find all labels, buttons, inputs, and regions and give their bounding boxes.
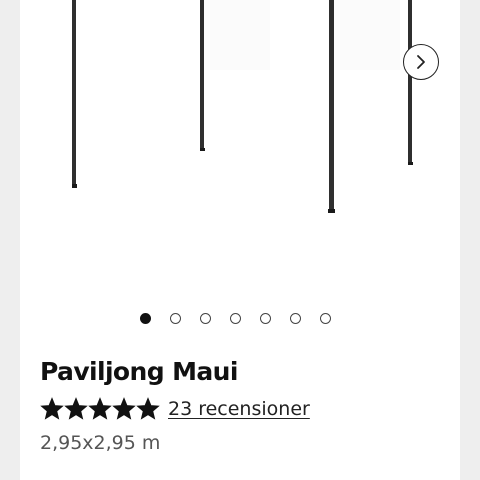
- rating-row: 23 recensioner: [40, 395, 310, 423]
- product-card: Paviljong Maui 23 recensioner 2,95x2,95 …: [20, 0, 460, 480]
- image-shade: [210, 0, 270, 70]
- carousel-dot-6[interactable]: [289, 313, 301, 324]
- pole-foot: [408, 162, 413, 165]
- pavilion-pole: [408, 0, 412, 164]
- carousel-dot-7[interactable]: [319, 313, 331, 324]
- star-icon: [88, 397, 112, 420]
- product-title: Paviljong Maui: [40, 357, 238, 386]
- pole-foot: [200, 148, 205, 151]
- carousel-dot-3[interactable]: [199, 313, 211, 324]
- carousel-dots: [20, 313, 455, 327]
- star-rating: [40, 397, 160, 421]
- star-icon: [112, 397, 136, 420]
- star-icon: [136, 397, 160, 420]
- image-gallery[interactable]: [20, 0, 460, 340]
- product-image[interactable]: [20, 0, 460, 300]
- star-icon: [40, 397, 64, 420]
- carousel-dot-1[interactable]: [139, 313, 151, 324]
- next-image-button[interactable]: [403, 44, 439, 80]
- reviews-link[interactable]: 23 recensioner: [168, 398, 310, 420]
- carousel-dot-5[interactable]: [259, 313, 271, 324]
- pavilion-pole: [200, 0, 204, 150]
- pavilion-pole: [329, 0, 334, 212]
- image-shade: [340, 0, 400, 70]
- pole-foot: [328, 209, 335, 213]
- pavilion-pole: [72, 0, 76, 186]
- carousel-dot-4[interactable]: [229, 313, 241, 324]
- pole-foot: [72, 184, 77, 188]
- carousel-dot-2[interactable]: [169, 313, 181, 324]
- product-size: 2,95x2,95 m: [40, 432, 161, 454]
- chevron-right-icon: [417, 55, 425, 69]
- star-icon: [64, 397, 88, 420]
